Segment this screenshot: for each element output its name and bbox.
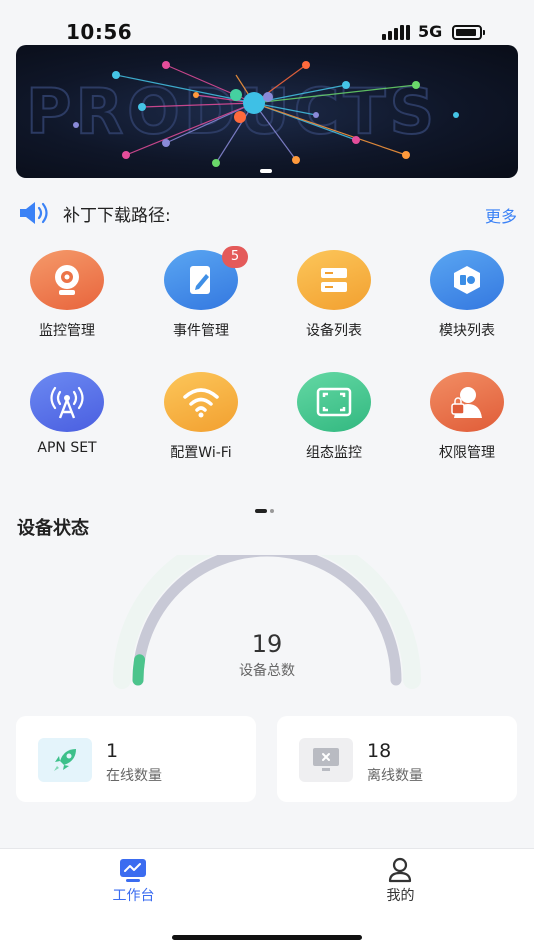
scan-frame-icon [316, 387, 352, 417]
grid-item-apn-set[interactable]: APN SET [12, 362, 122, 462]
antenna-icon [50, 386, 84, 419]
online-stat-card[interactable]: 1 在线数量 [16, 716, 256, 802]
profile-icon [388, 857, 412, 883]
grid-label: 权限管理 [439, 445, 495, 461]
online-count: 1 [106, 740, 119, 762]
banner-network-graphic: PRODUCTS [25, 61, 459, 167]
tab-label: 工作台 [112, 888, 155, 904]
grid-item-module-list[interactable]: 模块列表 [412, 240, 522, 340]
grid-label: APN SET [37, 440, 97, 456]
wifi-icon [183, 388, 219, 418]
grid-label: 模块列表 [439, 323, 495, 339]
status-time: 10:56 [66, 20, 133, 44]
tab-mine[interactable]: 我的 [267, 849, 534, 909]
server-list-icon [321, 268, 347, 292]
grid-page-indicator [255, 509, 279, 513]
dashboard-icon [120, 859, 146, 882]
network-type: 5G [418, 22, 443, 41]
home-indicator [172, 935, 362, 940]
grid-label: 组态监控 [306, 445, 362, 461]
grid-icon-bg [30, 250, 104, 310]
cube-icon [454, 266, 480, 294]
grid-item-wifi-config[interactable]: 配置Wi-Fi [146, 362, 256, 462]
device-status-title: 设备状态 [17, 518, 89, 539]
offline-count: 18 [367, 740, 392, 762]
status-bar: 10:56 5G [0, 0, 534, 44]
notice-bar[interactable]: 补丁下载路径: 更多 [16, 198, 518, 228]
banner-page-indicator [260, 169, 272, 173]
notice-text: 补丁下载路径: [63, 206, 171, 226]
total-device-count: 19 [251, 630, 283, 658]
user-lock-icon [451, 387, 482, 418]
speaker-icon [20, 202, 48, 224]
banner-carousel[interactable]: PRODUCTS [16, 45, 518, 178]
offline-stat-card[interactable]: 18 离线数量 [277, 716, 517, 802]
battery-icon [452, 25, 485, 40]
grid-label: 设备列表 [306, 323, 362, 339]
tab-label: 我的 [386, 888, 415, 904]
grid-label: 配置Wi-Fi [170, 445, 232, 461]
grid-item-scada-monitor[interactable]: 组态监控 [279, 362, 389, 462]
offline-label: 离线数量 [367, 768, 423, 784]
camera-icon [55, 265, 79, 295]
online-label: 在线数量 [106, 768, 162, 784]
grid-item-monitoring[interactable]: 监控管理 [12, 240, 122, 340]
grid-item-permissions[interactable]: 权限管理 [412, 362, 522, 462]
monitor-offline-icon [313, 748, 339, 771]
event-count-badge: 5 [222, 246, 248, 268]
signal-icon [382, 24, 412, 40]
grid-label: 事件管理 [173, 323, 229, 339]
grid-item-device-list[interactable]: 设备列表 [279, 240, 389, 340]
edit-book-icon [190, 266, 210, 294]
more-link[interactable]: 更多 [485, 203, 517, 227]
rocket-icon [54, 749, 76, 771]
tab-workbench[interactable]: 工作台 [0, 849, 267, 909]
total-device-label: 设备总数 [239, 663, 295, 679]
grid-label: 监控管理 [39, 323, 95, 339]
function-grid: 监控管理 事件管理 设备列表 模块列表 APN SET 配置Wi-Fi 组态监控… [0, 240, 534, 480]
